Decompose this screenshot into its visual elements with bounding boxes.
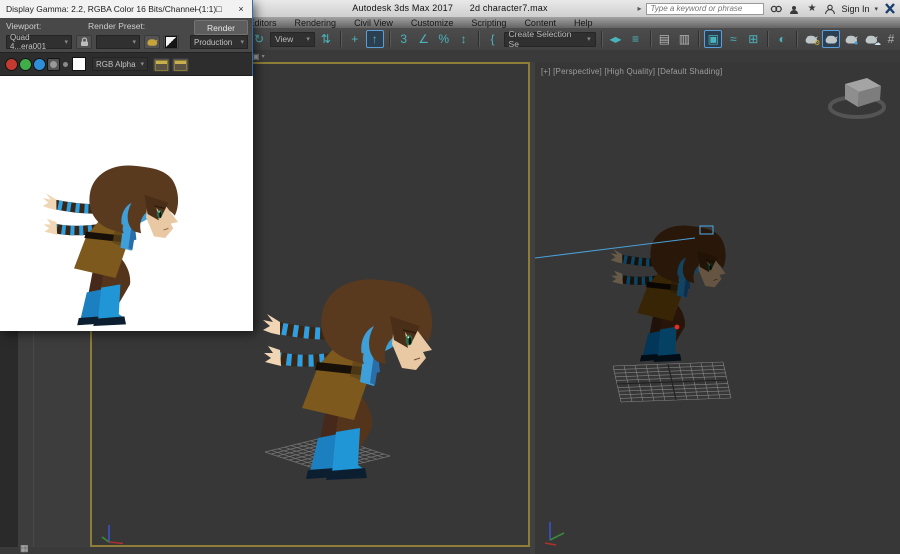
- world-axis-tripod: [101, 525, 124, 545]
- named-selection-set-dropdown[interactable]: Create Selection Se ▾: [503, 29, 596, 49]
- autodesk-x-logo-icon[interactable]: [883, 3, 896, 15]
- svg-text:●: ●: [854, 40, 858, 47]
- infocenter-bar: ▸ ★ Sign In ▾: [637, 1, 896, 16]
- reference-coordinate-dropdown[interactable]: View ▾: [270, 31, 315, 47]
- channel-display-dropdown[interactable]: RGB Alpha ▾: [92, 57, 148, 71]
- render-setup-teapot-icon[interactable]: [144, 35, 160, 49]
- world-axis-tripod: [544, 522, 565, 546]
- svg-text:⚙: ⚙: [814, 39, 820, 47]
- use-pivot-point-icon[interactable]: ⇅: [317, 30, 335, 48]
- app-name: Autodesk 3ds Max 2017: [352, 3, 454, 13]
- channel-toolbar: RGB Alpha ▾: [0, 52, 252, 76]
- 3dsmax-application-window: Autodesk 3ds Max 2017 2d character7.max …: [0, 0, 900, 554]
- background-color-swatch[interactable]: [72, 57, 86, 71]
- home-grid: [613, 362, 731, 402]
- viewport-field-label: Viewport:: [6, 21, 42, 31]
- toolbar-separator: [477, 31, 479, 47]
- menu-scripting[interactable]: Scripting: [462, 18, 515, 28]
- clone-rendered-frame-icon[interactable]: [153, 58, 170, 72]
- align-icon[interactable]: ≡: [627, 30, 645, 48]
- material-editor-icon[interactable]: ◐: [773, 30, 791, 48]
- search-input[interactable]: [646, 2, 765, 15]
- minimize-button[interactable]: –: [186, 0, 208, 18]
- viewport-select-dropdown[interactable]: Quad 4...era001 ▾: [6, 33, 72, 51]
- green-channel-button[interactable]: [19, 58, 32, 71]
- communication-center-icon[interactable]: [787, 3, 800, 15]
- menu-help[interactable]: Help: [565, 18, 602, 28]
- menu-content[interactable]: Content: [515, 18, 565, 28]
- toolbar-separator: [796, 31, 797, 47]
- sign-in-caret-icon[interactable]: ▾: [874, 5, 878, 13]
- render-production-icon[interactable]: ●: [842, 30, 860, 48]
- render-in-cloud-icon[interactable]: ☁: [862, 30, 881, 48]
- menu-civil-view[interactable]: Civil View: [345, 18, 402, 28]
- save-image-icon[interactable]: [172, 58, 189, 72]
- favorites-star-icon[interactable]: ★: [805, 3, 818, 15]
- close-button[interactable]: ×: [230, 0, 252, 18]
- monochrome-channel-button[interactable]: [47, 58, 60, 71]
- dialog-toolbar: Viewport: Render Preset: Quad 4...era001…: [0, 18, 252, 52]
- red-channel-button[interactable]: [5, 58, 18, 71]
- status-corner-icon: ▦: [20, 543, 29, 553]
- render-preset-label: Render Preset:: [88, 21, 146, 31]
- mirror-icon[interactable]: ◂▸: [607, 30, 625, 48]
- viewport-layout-tabs-icon[interactable]: ▣ ▾: [252, 51, 268, 61]
- render-mode-dropdown[interactable]: Production ▾: [190, 35, 248, 49]
- rendered-frame-window-icon[interactable]: [822, 30, 840, 48]
- open-file-name: 2d character7.max: [469, 3, 548, 13]
- toolbar-separator: [649, 31, 651, 47]
- infocenter-collapse-icon[interactable]: ▸: [637, 4, 641, 13]
- render-setup-icon[interactable]: ⚙: [802, 30, 820, 48]
- spinner-snap-icon[interactable]: ↕: [455, 30, 473, 48]
- user-icon[interactable]: [823, 3, 836, 15]
- ribbon-toggle-icon[interactable]: ▣: [704, 30, 723, 48]
- rendered-image-canvas: [0, 76, 253, 331]
- bottom-edge-strip: [0, 547, 535, 554]
- dialog-title-bar[interactable]: Display Gamma: 2.2, RGBA Color 16 Bits/C…: [0, 0, 252, 18]
- gamma-correction-icon[interactable]: [163, 35, 179, 49]
- perspective-viewport-canvas[interactable]: [535, 62, 900, 554]
- render-button[interactable]: Render: [194, 20, 248, 35]
- sign-in-link[interactable]: Sign In: [841, 4, 869, 14]
- select-and-manipulate-icon[interactable]: +: [346, 30, 364, 48]
- scene-explorer-icon[interactable]: ▥: [675, 30, 693, 48]
- search-icon[interactable]: [769, 3, 782, 15]
- rendered-character: [43, 165, 178, 326]
- maximize-button[interactable]: □: [208, 0, 230, 18]
- edit-named-selection-icon[interactable]: {: [484, 30, 502, 48]
- rendered-frame-window: Display Gamma: 2.2, RGBA Color 16 Bits/C…: [0, 0, 253, 331]
- blue-channel-button[interactable]: [33, 58, 46, 71]
- toolbar-separator: [767, 31, 769, 47]
- render-preset-dropdown[interactable]: ▾: [96, 35, 140, 49]
- menu-customize[interactable]: Customize: [402, 18, 463, 28]
- percent-snap-icon[interactable]: %: [435, 30, 453, 48]
- angle-snap-icon[interactable]: ∠: [415, 30, 433, 48]
- viewcube[interactable]: [828, 78, 886, 119]
- toolbar-separator: [698, 31, 700, 47]
- dialog-title: Display Gamma: 2.2, RGBA Color 16 Bits/C…: [6, 4, 217, 14]
- toolbar-separator: [388, 31, 390, 47]
- select-and-place-icon[interactable]: ↑: [365, 30, 384, 48]
- svg-text:☁: ☁: [874, 40, 881, 47]
- schematic-view-icon[interactable]: ⊞: [744, 30, 762, 48]
- toolbar-separator: [339, 31, 341, 47]
- menu-rendering[interactable]: Rendering: [286, 18, 346, 28]
- layer-explorer-icon[interactable]: ▤: [655, 30, 673, 48]
- perspective-viewport[interactable]: [+] [Perspective] [High Quality] [Defaul…: [535, 62, 900, 554]
- curve-editor-icon[interactable]: ≈: [724, 30, 742, 48]
- lock-viewport-icon[interactable]: [76, 35, 92, 49]
- alpha-channel-button[interactable]: [63, 62, 68, 67]
- asset-library-icon[interactable]: #: [882, 30, 900, 48]
- toolbar-separator: [600, 31, 602, 47]
- snaps-toggle-3d-icon[interactable]: 3: [395, 30, 413, 48]
